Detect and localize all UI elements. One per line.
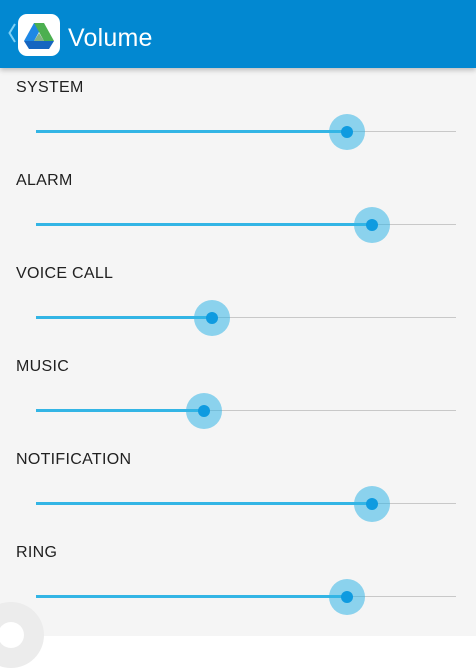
slider-thumb[interactable] — [366, 498, 378, 510]
slider-fill — [36, 595, 347, 598]
slider-fill — [36, 409, 204, 412]
slider-fill — [36, 223, 372, 226]
volume-row-voice-call: VOICE CALL — [0, 254, 476, 347]
volume-label-notification: NOTIFICATION — [16, 451, 132, 468]
volume-slider-music[interactable] — [36, 391, 456, 431]
app-bar: Volume — [0, 0, 476, 68]
volume-list: SYSTEM ALARM VOICE CALL MUSIC NOTIFICATI… — [0, 68, 476, 636]
volume-label-music: MUSIC — [16, 358, 70, 375]
volume-label-ring: RING — [16, 544, 58, 561]
slider-fill — [36, 316, 212, 319]
volume-row-notification: NOTIFICATION — [0, 440, 476, 533]
volume-label-alarm: ALARM — [16, 172, 73, 189]
volume-slider-voice-call[interactable] — [36, 298, 456, 338]
volume-screen: Volume SYSTEM ALARM VOICE CALL MUSIC NOT… — [0, 0, 476, 669]
slider-fill — [36, 130, 347, 133]
volume-slider-notification[interactable] — [36, 484, 456, 524]
volume-label-voice-call: VOICE CALL — [16, 265, 114, 282]
volume-slider-alarm[interactable] — [36, 205, 456, 245]
volume-slider-ring[interactable] — [36, 577, 456, 617]
volume-row-music: MUSIC — [0, 347, 476, 440]
slider-thumb[interactable] — [198, 405, 210, 417]
volume-row-system: SYSTEM — [0, 68, 476, 161]
slider-thumb[interactable] — [341, 591, 353, 603]
slider-thumb[interactable] — [206, 312, 218, 324]
slider-thumb[interactable] — [366, 219, 378, 231]
volume-row-alarm: ALARM — [0, 161, 476, 254]
volume-label-system: SYSTEM — [16, 79, 84, 96]
slider-fill — [36, 502, 372, 505]
volume-row-ring: RING — [0, 533, 476, 626]
page-title: Volume — [68, 24, 153, 52]
app-logo-icon[interactable] — [18, 14, 60, 56]
slider-thumb[interactable] — [341, 126, 353, 138]
back-chevron-icon[interactable] — [8, 22, 16, 44]
volume-slider-system[interactable] — [36, 112, 456, 152]
